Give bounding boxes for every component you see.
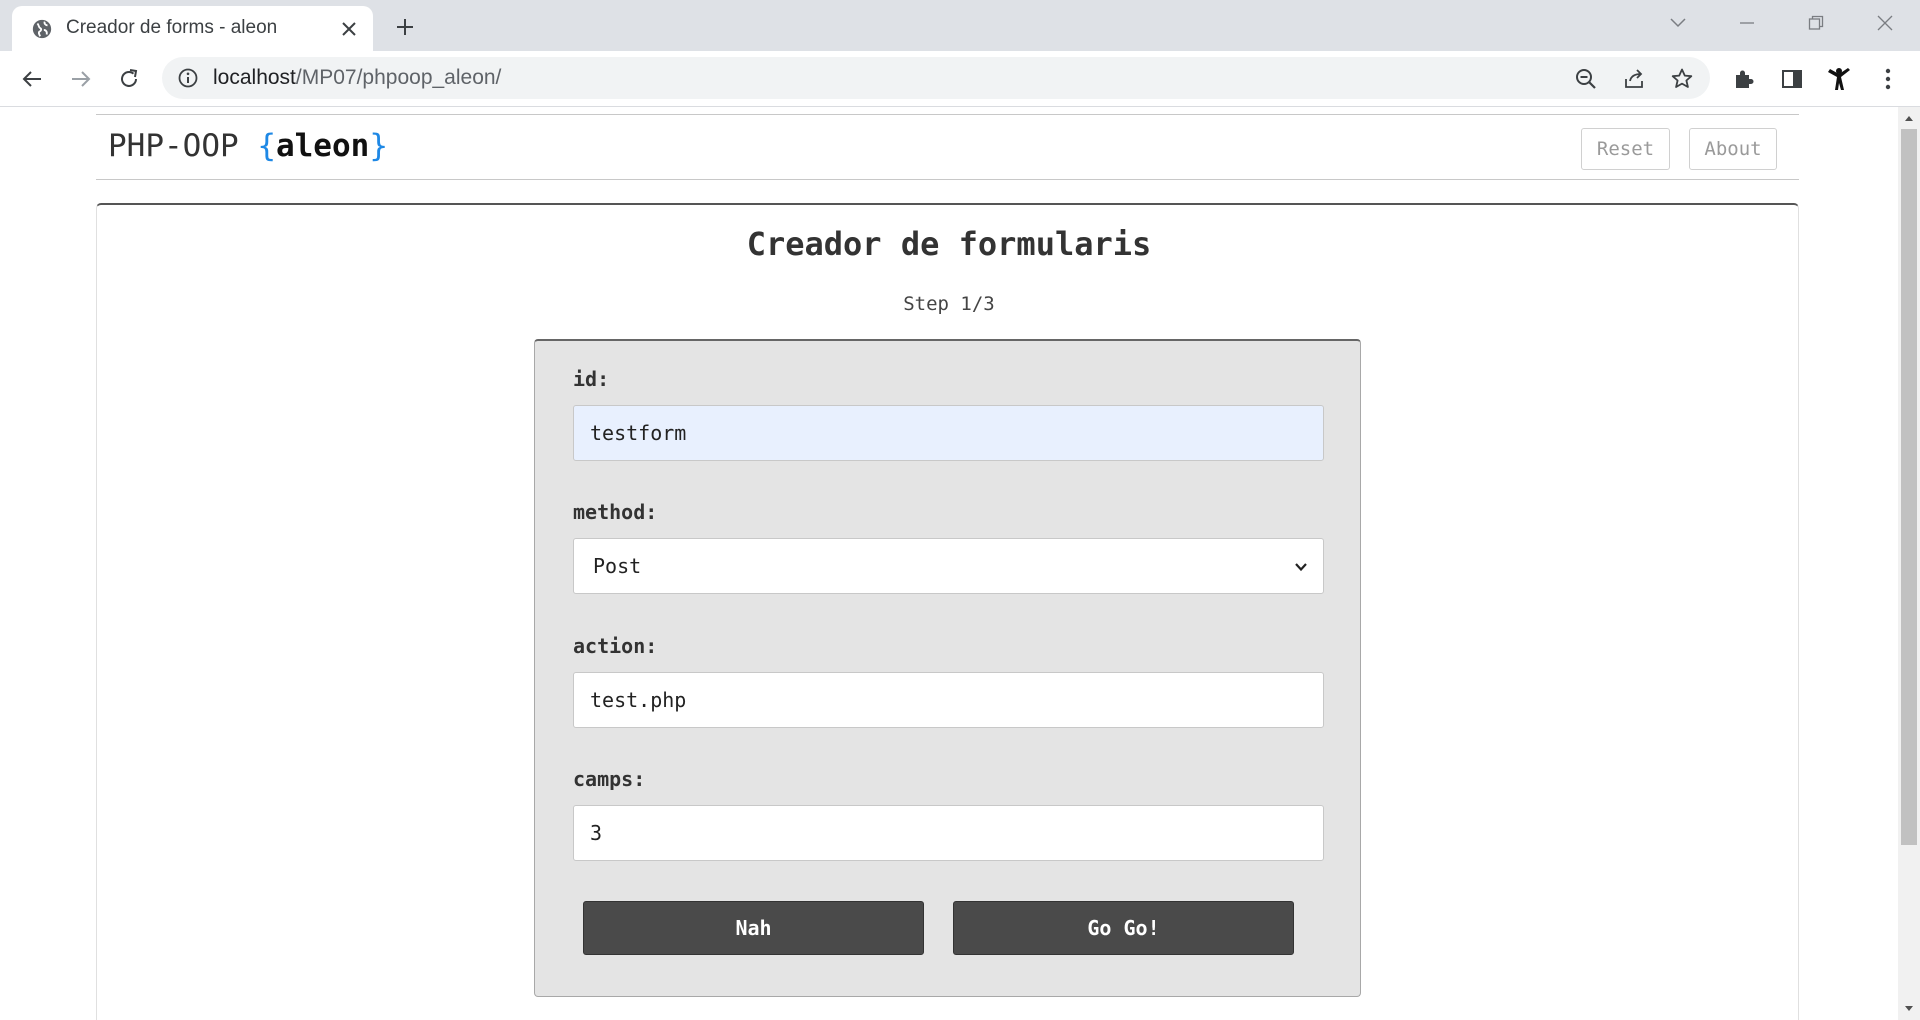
camps-value: 3 — [590, 821, 603, 845]
restore-icon[interactable] — [1796, 8, 1836, 38]
scroll-down-arrow-icon[interactable] — [1898, 1000, 1920, 1018]
camps-input[interactable]: 3 — [573, 805, 1324, 861]
extensions-puzzle-icon[interactable] — [1729, 64, 1759, 94]
close-window-icon[interactable] — [1865, 8, 1905, 38]
brand-close-brace: } — [369, 128, 388, 164]
site-header: PHP-OOP {aleon} Reset About — [96, 114, 1799, 180]
camps-label: camps: — [573, 767, 646, 791]
bookmark-star-icon[interactable] — [1669, 66, 1695, 92]
side-panel-icon[interactable] — [1777, 64, 1807, 94]
tab-title: Creador de forms - aleon — [66, 17, 278, 38]
scrollbar-thumb[interactable] — [1901, 129, 1917, 845]
url-path: /MP07/phpoop_aleon/ — [295, 66, 502, 89]
method-select[interactable]: Post — [573, 538, 1324, 594]
tab-close-icon[interactable] — [337, 17, 361, 41]
url-text: localhost/MP07/phpoop_aleon/ — [213, 66, 501, 90]
address-bar[interactable]: localhost/MP07/phpoop_aleon/ — [162, 57, 1710, 99]
site-info-icon[interactable] — [177, 67, 199, 89]
tab-search-chevron-icon[interactable] — [1658, 8, 1698, 38]
browser-titlebar: Creador de forms - aleon — [0, 0, 1920, 51]
id-value: testform — [590, 421, 687, 445]
browser-toolbar: localhost/MP07/phpoop_aleon/ — [0, 51, 1920, 107]
new-tab-icon[interactable] — [390, 12, 420, 42]
brand-name: aleon — [275, 128, 370, 164]
submit-button[interactable]: Go Go! — [953, 901, 1294, 955]
chevron-down-icon — [1295, 563, 1307, 572]
action-input[interactable]: test.php — [573, 672, 1324, 728]
about-button[interactable]: About — [1689, 128, 1777, 170]
action-value: test.php — [590, 688, 687, 712]
method-selected-value: Post — [593, 554, 642, 578]
step-indicator: Step 1/3 — [903, 293, 995, 315]
action-label: action: — [573, 634, 658, 658]
page-title: Creador de formularis — [746, 225, 1152, 263]
browser-tab-active[interactable]: Creador de forms - aleon — [12, 6, 373, 51]
page-scrollbar[interactable] — [1898, 107, 1920, 1020]
profile-avatar-icon[interactable] — [1824, 64, 1854, 94]
id-label: id: — [573, 367, 610, 391]
brand-prefix: PHP-OOP — [108, 128, 258, 164]
minimize-icon[interactable] — [1727, 8, 1767, 38]
forward-arrow-icon[interactable] — [66, 64, 96, 94]
brand-open-brace: { — [257, 128, 276, 164]
scroll-up-arrow-icon[interactable] — [1898, 109, 1920, 127]
kebab-menu-icon[interactable] — [1873, 64, 1903, 94]
method-label: method: — [573, 500, 658, 524]
brand-logo[interactable]: PHP-OOP {aleon} — [108, 128, 388, 164]
page-viewport: PHP-OOP {aleon} Reset About Creador de f… — [0, 107, 1898, 1020]
id-input[interactable]: testform — [573, 405, 1324, 461]
form-builder-form: id: testform method: Post action: test.p… — [534, 339, 1361, 997]
reset-button[interactable]: Reset — [1581, 128, 1670, 170]
globe-icon — [32, 19, 52, 39]
url-host: localhost — [213, 66, 296, 89]
zoom-out-icon[interactable] — [1573, 66, 1599, 92]
reload-icon[interactable] — [114, 64, 144, 94]
share-icon[interactable] — [1621, 66, 1647, 92]
back-arrow-icon[interactable] — [17, 64, 47, 94]
cancel-button[interactable]: Nah — [583, 901, 924, 955]
